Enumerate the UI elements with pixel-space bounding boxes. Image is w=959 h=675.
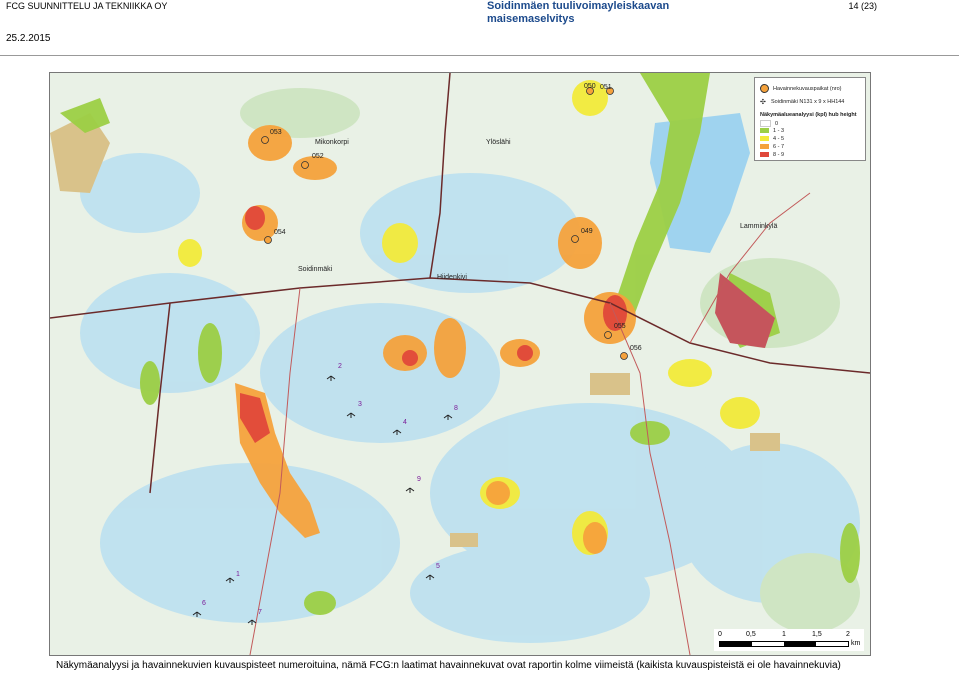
- legend-visibility-title: Näkymäalueanalyysi (kpl) hub height: [760, 112, 857, 118]
- turbine-label: 4: [403, 419, 407, 426]
- turbine-label: 3: [358, 401, 362, 408]
- title-line-2: maisemaselvitys: [487, 13, 575, 25]
- viewpoint-label: 054: [274, 229, 286, 236]
- figure-caption: Näkymäanalyysi ja havainnekuvien kuvausp…: [56, 660, 841, 671]
- legend-class-8-9: 8 - 9: [760, 152, 784, 158]
- viewpoint-055[interactable]: [604, 331, 612, 339]
- viewpoint-label: 056: [630, 345, 642, 352]
- document-title: Soidinmäen tuulivoimayleiskaavan maisema…: [487, 0, 707, 26]
- legend-swatch: [760, 128, 769, 134]
- scale-tick: 1,5: [812, 631, 822, 638]
- scale-bar: 0 0,5 1 1,5 2 km: [714, 629, 864, 651]
- legend-swatch: [760, 144, 769, 150]
- place-name: Hiidenkivi: [437, 274, 467, 281]
- viewpoint-label: 049: [581, 228, 593, 235]
- legend-swatch: [760, 152, 769, 158]
- legend-class-4-5: 4 - 5: [760, 136, 784, 142]
- document-date: 25.2.2015: [6, 33, 51, 44]
- map-canvas: [50, 73, 870, 655]
- viewpoint-053[interactable]: [261, 136, 269, 144]
- viewpoint-056[interactable]: [620, 352, 628, 360]
- place-name: Ylöslähi: [486, 139, 511, 146]
- turbine-label: 8: [454, 405, 458, 412]
- page-number: 14 (23): [848, 1, 877, 11]
- viewpoint-label: 053: [270, 129, 282, 136]
- legend-class-1-3: 1 - 3: [760, 128, 784, 134]
- viewpoint-label: 051: [600, 84, 612, 91]
- scale-tick: 0,5: [746, 631, 756, 638]
- map-legend: Havainnekuvauspaikat (nro) ✣ Soidinmäki N…: [754, 77, 866, 161]
- company-name: FCG SUUNNITTELU JA TEKNIIKKA OY: [6, 1, 168, 11]
- legend-class-0: 0: [760, 120, 778, 127]
- viewpoint-label: 050: [584, 83, 596, 90]
- turbine-label: 5: [436, 563, 440, 570]
- legend-class-label: 1 - 3: [773, 128, 785, 134]
- viewpoint-052[interactable]: [301, 161, 309, 169]
- scale-unit: km: [851, 640, 861, 647]
- scale-bar-graphic: [719, 641, 849, 647]
- turbine-label: 6: [202, 600, 206, 607]
- scale-tick: 1: [782, 631, 786, 638]
- scale-tick: 0: [718, 631, 722, 638]
- scale-tick: 2: [846, 631, 850, 638]
- place-name: Lamminkylä: [740, 223, 778, 230]
- turbine-label: 2: [338, 363, 342, 370]
- legend-turbines-label: Soidinmäki N131 x 9 x HH144: [771, 98, 845, 105]
- legend-class-label: 4 - 5: [773, 136, 785, 142]
- viewpoint-049[interactable]: [571, 235, 579, 243]
- turbine-label: 9: [417, 476, 421, 483]
- header-divider: [0, 55, 959, 56]
- legend-class-label: 6 - 7: [773, 144, 785, 150]
- legend-turbines: ✣ Soidinmäki N131 x 9 x HH144: [760, 98, 845, 106]
- viewpoint-label: 052: [312, 153, 324, 160]
- legend-swatch: [760, 120, 771, 127]
- turbine-label: 7: [258, 609, 262, 616]
- viewpoint-icon: [760, 84, 769, 93]
- legend-viewpoints-label: Havainnekuvauspaikat (nro): [773, 85, 842, 92]
- title-line-1: Soidinmäen tuulivoimayleiskaavan: [487, 0, 670, 12]
- legend-viewpoints: Havainnekuvauspaikat (nro): [760, 84, 841, 93]
- legend-class-label: 8 - 9: [773, 152, 785, 158]
- viewpoint-054[interactable]: [264, 236, 272, 244]
- place-name: Soidinmäki: [298, 266, 333, 273]
- viewpoint-label: 055: [614, 323, 626, 330]
- place-name: Mikonkorpi: [315, 139, 349, 146]
- turbine-icon: ✣: [760, 99, 766, 106]
- turbine-label: 1: [236, 571, 240, 578]
- legend-swatch: [760, 136, 769, 142]
- legend-class-label: 0: [775, 120, 779, 127]
- visibility-map: 050 051 053 052 054 049 055 056 1 2 3 4 …: [49, 72, 871, 656]
- legend-class-6-7: 6 - 7: [760, 144, 784, 150]
